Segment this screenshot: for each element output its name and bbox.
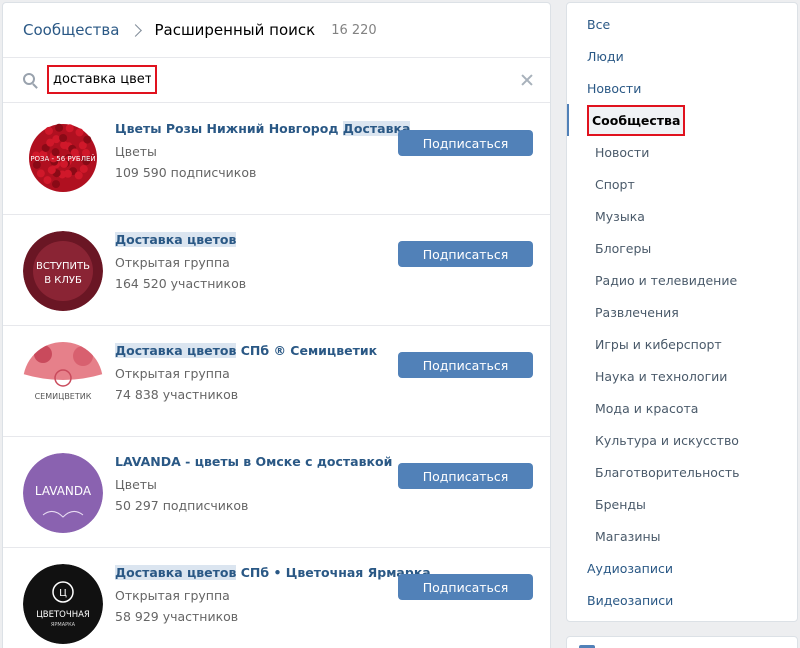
menu-item-label: Новости (587, 80, 642, 96)
menu-item-label: Спорт (595, 176, 635, 192)
group-name-text: СПб ® Семицветик (236, 343, 378, 358)
menu-item-label: Аудиозаписи (587, 560, 673, 576)
menu-item-label: Культура и искусство (595, 432, 739, 448)
menu-item[interactable]: Мода и красота (567, 392, 797, 424)
menu-item[interactable]: Музыка (567, 200, 797, 232)
menu-item[interactable]: Магазины (567, 520, 797, 552)
menu-item[interactable]: Новости (567, 136, 797, 168)
menu-item[interactable]: Аудиозаписи (567, 552, 797, 584)
chevron-right-icon (129, 23, 143, 37)
menu-item[interactable]: Люди (567, 40, 797, 72)
result-row: СЕМИЦВЕТИК Доставка цветов СПб ® Семицвет… (3, 326, 550, 437)
group-avatar[interactable]: Ц ЦВЕТОЧНАЯ ЯРМАРКА (23, 564, 103, 644)
group-avatar[interactable]: LAVANDA (23, 453, 103, 533)
group-name-text: Цветы Розы Нижний Новгород (115, 121, 343, 136)
menu-item[interactable]: Сообщества (567, 104, 797, 136)
result-row: Ц ЦВЕТОЧНАЯ ЯРМАРКА Доставка цветов СПб • Ц… (3, 548, 550, 648)
search-filter-menu: Все Люди Новости Сообщества Новости Спорт Музы… (566, 2, 798, 622)
menu-item-label: Магазины (595, 528, 661, 544)
menu-item-label: Блогеры (595, 240, 652, 256)
menu-item[interactable]: Видеозаписи (567, 584, 797, 616)
menu-item-label: Наука и технологии (595, 368, 728, 384)
svg-text:ЯРМАРКА: ЯРМАРКА (51, 622, 76, 628)
group-member-count: 74 838 участников (115, 387, 239, 402)
menu-item[interactable]: Культура и искусство (567, 424, 797, 456)
menu-item-label: Мода и красота (595, 400, 699, 416)
breadcrumb-communities[interactable]: Сообщества (23, 21, 119, 39)
menu-item-label: Радио и телевидение (595, 272, 738, 288)
group-category: Открытая группа (115, 588, 230, 603)
subscribe-button[interactable]: Подписаться (398, 241, 533, 267)
result-row: LAVANDA LAVANDA - цветы в Омске с доставк… (3, 437, 550, 548)
page-header: Сообщества Расширенный поиск 16 220 (3, 3, 550, 58)
menu-item[interactable]: Благотворительность (567, 456, 797, 488)
svg-text:ВСТУПИТЬ: ВСТУПИТЬ (36, 261, 90, 272)
group-member-count: 58 929 участников (115, 609, 239, 624)
svg-text:В КЛУБ: В КЛУБ (44, 275, 82, 286)
group-name-link[interactable]: Доставка цветов (115, 232, 237, 247)
group-name-text: LAVANDA - цветы в Омске с доставкой (115, 454, 393, 469)
filter-box (566, 636, 798, 648)
group-name-link[interactable]: LAVANDA - цветы в Омске с доставкой (115, 454, 392, 469)
menu-item[interactable]: Бренды (567, 488, 797, 520)
menu-item[interactable]: Наука и технологии (567, 360, 797, 392)
group-member-count: 109 590 подписчиков (115, 165, 257, 180)
group-member-count: 50 297 подписчиков (115, 498, 249, 513)
results-count: 16 220 (331, 22, 377, 38)
group-name-link[interactable]: Доставка цветов СПб • Цветочная Ярмарка (115, 565, 431, 580)
group-category: Открытая группа (115, 255, 230, 270)
search-match-highlight: Доставка цветов (115, 232, 237, 247)
search-input[interactable] (47, 65, 157, 94)
group-category: Открытая группа (115, 366, 230, 381)
group-avatar[interactable]: РОЗА - 56 РУБЛЕЙ (23, 120, 103, 200)
group-member-count: 164 520 участников (115, 276, 247, 291)
svg-text:РОЗА - 56 РУБЛЕЙ: РОЗА - 56 РУБЛЕЙ (30, 154, 95, 163)
menu-item[interactable]: Спорт (567, 168, 797, 200)
menu-item-label: Все (587, 16, 611, 32)
search-match-highlight: Доставка цветов (115, 565, 237, 580)
menu-item-label: Музыка (595, 208, 645, 224)
group-avatar[interactable]: ВСТУПИТЬ В КЛУБ (23, 231, 103, 311)
search-bar (3, 58, 550, 103)
menu-item-label: Сообщества (587, 104, 686, 136)
subscribe-button[interactable]: Подписаться (398, 574, 533, 600)
group-avatar[interactable]: СЕМИЦВЕТИК (23, 342, 103, 422)
svg-text:ЦВЕТОЧНАЯ: ЦВЕТОЧНАЯ (36, 610, 90, 620)
menu-item-label: Игры и киберспорт (595, 336, 722, 352)
group-category: Цветы (115, 477, 157, 492)
menu-item-label: Люди (587, 48, 624, 64)
subscribe-button[interactable]: Подписаться (398, 130, 533, 156)
search-results-panel: Сообщества Расширенный поиск 16 220 РОЗА… (2, 2, 551, 648)
menu-item-label: Видеозаписи (587, 592, 674, 608)
menu-item[interactable]: Блогеры (567, 232, 797, 264)
group-category: Цветы (115, 144, 157, 159)
group-name-link[interactable]: Доставка цветов СПб ® Семицветик (115, 343, 377, 358)
menu-item-label: Новости (595, 144, 650, 160)
menu-item-label: Развлечения (595, 304, 679, 320)
page-title: Расширенный поиск (154, 21, 316, 39)
menu-item[interactable]: Игры и киберспорт (567, 328, 797, 360)
menu-item-label: Бренды (595, 496, 646, 512)
subscribe-button[interactable]: Подписаться (398, 352, 533, 378)
menu-item[interactable]: Все (567, 8, 797, 40)
result-row: ВСТУПИТЬ В КЛУБ Доставка цветов Открытая гр… (3, 215, 550, 326)
menu-item-label: Благотворительность (595, 464, 740, 480)
svg-text:LAVANDA: LAVANDA (35, 484, 92, 498)
svg-text:Ц: Ц (59, 588, 67, 599)
close-icon[interactable] (519, 72, 535, 88)
group-name-link[interactable]: Цветы Розы Нижний Новгород Доставка (115, 121, 411, 136)
search-icon (23, 73, 35, 85)
search-match-highlight: Доставка цветов (115, 343, 237, 358)
subscribe-button[interactable]: Подписаться (398, 463, 533, 489)
menu-item[interactable]: Радио и телевидение (567, 264, 797, 296)
result-row: РОЗА - 56 РУБЛЕЙ Цветы Розы Нижний Новгор… (3, 104, 550, 215)
svg-text:СЕМИЦВЕТИК: СЕМИЦВЕТИК (35, 392, 92, 401)
menu-item[interactable]: Развлечения (567, 296, 797, 328)
menu-item[interactable]: Новости (567, 72, 797, 104)
